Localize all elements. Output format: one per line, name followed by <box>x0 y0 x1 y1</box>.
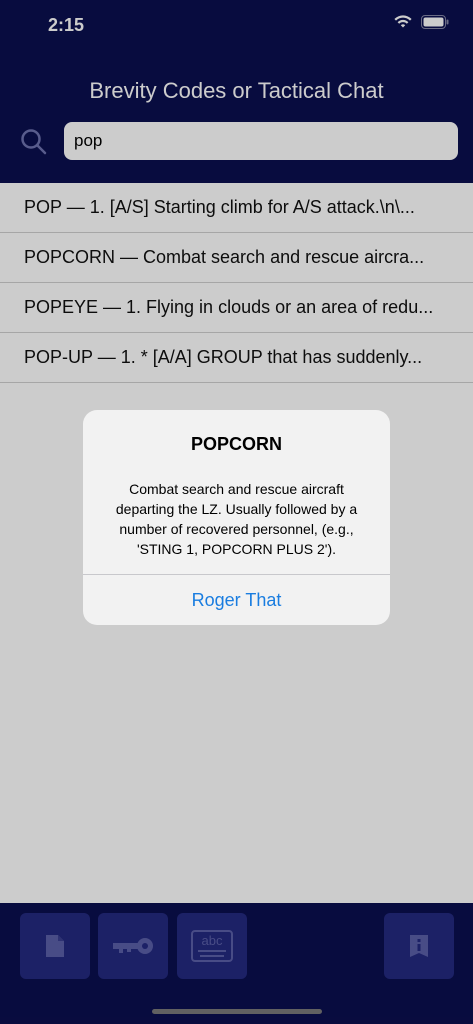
alert-message: Combat search and rescue aircraft depart… <box>115 481 358 557</box>
roger-that-button[interactable]: Roger That <box>83 575 390 625</box>
alert-dialog: POPCORN Combat search and rescue aircraf… <box>83 410 390 625</box>
alert-title: POPCORN <box>190 434 282 454</box>
